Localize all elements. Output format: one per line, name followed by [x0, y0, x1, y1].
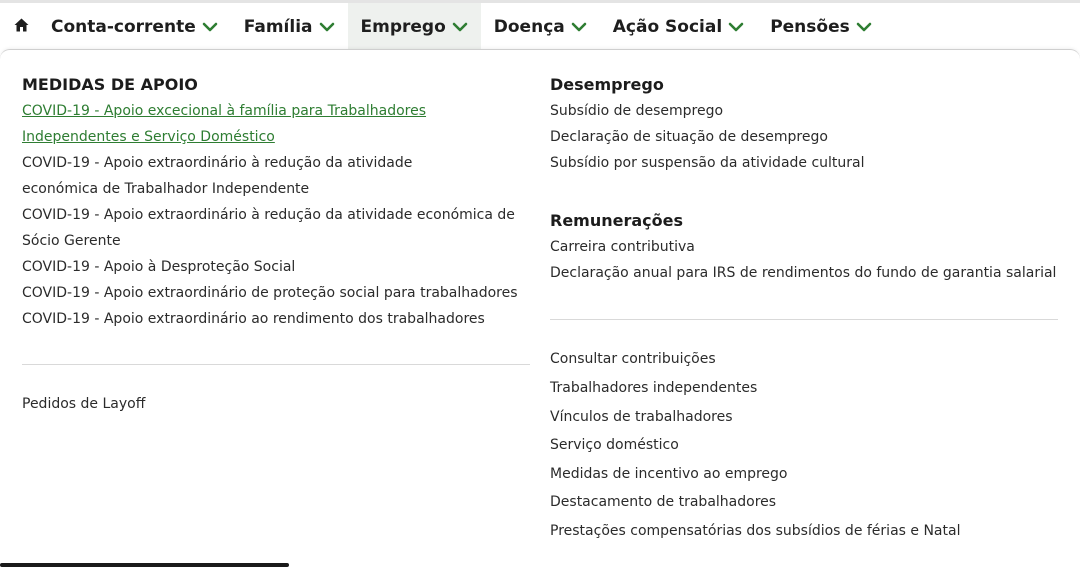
link-covid-protecao-social[interactable]: COVID-19 - Apoio extraordinário de prote… — [22, 280, 518, 306]
section-heading-medidas-apoio: MEDIDAS DE APOIO — [22, 75, 198, 94]
section-heading-remuneracoes: Remunerações — [550, 211, 684, 230]
link-subsidio-suspensao-cultural[interactable]: Subsídio por suspensão da atividade cult… — [550, 150, 865, 176]
nav-item-label: Emprego — [360, 16, 446, 37]
nav-item-label: Conta-corrente — [51, 16, 196, 37]
nav-item-pensoes[interactable]: Pensões — [757, 3, 885, 50]
link-subsidio-desemprego[interactable]: Subsídio de desemprego — [550, 98, 723, 124]
nav-item-label: Doença — [493, 16, 565, 37]
link-destacamento-trabalhadores[interactable]: Destacamento de trabalhadores — [550, 489, 776, 515]
link-declaracao-desemprego[interactable]: Declaração de situação de desemprego — [550, 124, 828, 150]
link-consultar-contribuicoes[interactable]: Consultar contribuições — [550, 346, 716, 372]
divider — [22, 364, 530, 365]
horizontal-scrollbar[interactable] — [0, 563, 289, 567]
link-pedidos-layoff[interactable]: Pedidos de Layoff — [22, 391, 145, 417]
link-covid-socio-gerente[interactable]: COVID-19 - Apoio extraordinário à reduçã… — [22, 202, 527, 254]
chevron-down-icon — [202, 22, 218, 32]
link-covid-rendimento[interactable]: COVID-19 - Apoio extraordinário ao rendi… — [22, 306, 485, 332]
link-covid-apoio-familia[interactable]: COVID-19 - Apoio excecional à família pa… — [22, 98, 522, 150]
link-servico-domestico[interactable]: Serviço doméstico — [550, 432, 679, 458]
link-medidas-incentivo-emprego[interactable]: Medidas de incentivo ao emprego — [550, 461, 788, 487]
chevron-down-icon — [856, 22, 872, 32]
section-heading-desemprego: Desemprego — [550, 75, 664, 94]
chevron-down-icon — [319, 22, 335, 32]
link-vinculos-trabalhadores[interactable]: Vínculos de trabalhadores — [550, 404, 733, 430]
home-button[interactable] — [4, 3, 38, 50]
emprego-mega-menu: MEDIDAS DE APOIO COVID-19 - Apoio exceci… — [0, 49, 1080, 567]
chevron-down-icon — [452, 22, 468, 32]
link-prestacoes-compensatorias[interactable]: Prestações compensatórias dos subsídios … — [550, 518, 960, 544]
main-nav: Conta-corrente Família Emprego Doença Aç… — [0, 3, 1080, 50]
nav-item-label: Ação Social — [612, 16, 723, 37]
divider — [550, 319, 1058, 320]
link-declaracao-irs-fundo-garantia[interactable]: Declaração anual para IRS de rendimentos… — [550, 260, 1056, 286]
link-trabalhadores-independentes[interactable]: Trabalhadores independentes — [550, 375, 757, 401]
chevron-down-icon — [571, 22, 587, 32]
nav-item-familia[interactable]: Família — [231, 3, 348, 50]
link-covid-desprotecao-social[interactable]: COVID-19 - Apoio à Desproteção Social — [22, 254, 295, 280]
chevron-down-icon — [728, 22, 744, 32]
nav-item-label: Família — [243, 16, 313, 37]
nav-item-doenca[interactable]: Doença — [481, 3, 600, 50]
nav-item-emprego[interactable]: Emprego — [347, 3, 481, 50]
link-carreira-contributiva[interactable]: Carreira contributiva — [550, 234, 695, 260]
nav-item-conta-corrente[interactable]: Conta-corrente — [38, 3, 231, 50]
nav-item-label: Pensões — [770, 16, 850, 37]
link-covid-trabalhador-independente[interactable]: COVID-19 - Apoio extraordinário à reduçã… — [22, 150, 492, 202]
nav-item-acao-social[interactable]: Ação Social — [600, 3, 757, 50]
home-icon — [14, 17, 29, 36]
